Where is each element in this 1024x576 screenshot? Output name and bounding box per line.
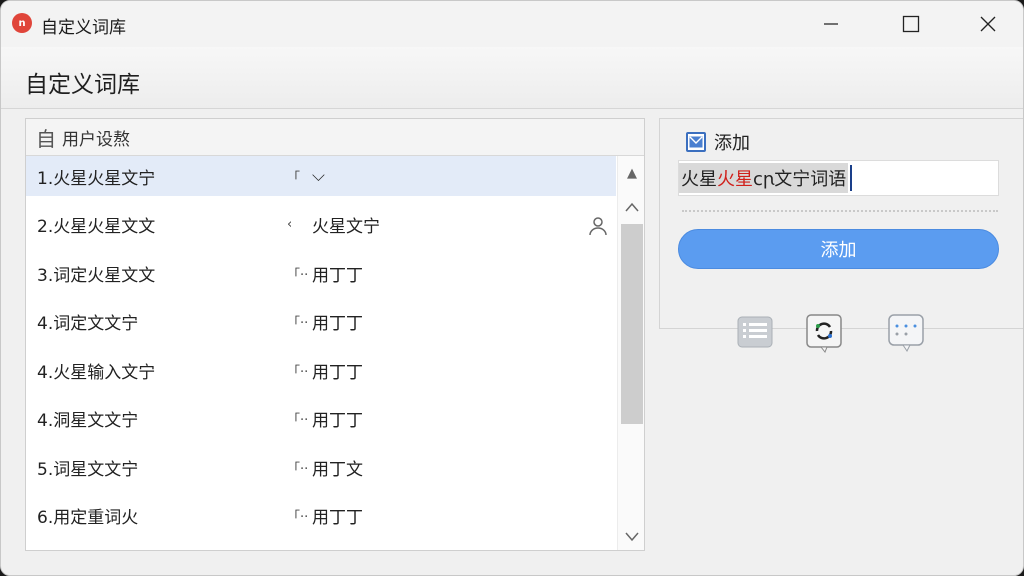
list-header-label: 用户设熬: [62, 129, 130, 150]
add-checkbox-label: 添加: [714, 133, 750, 154]
list-item[interactable]: 1.火星火星文宁 「 ⌵: [26, 156, 616, 196]
add-button[interactable]: 添加: [678, 229, 999, 269]
text-caret: [850, 165, 853, 191]
word-list-panel: 自 用户设熬 1.火星火星文宁「⌵ 2.火星火星文文 ‹ 火星文宁 3.词定火星文文 「·…: [25, 118, 645, 551]
scroll-top-icon[interactable]: ▲: [618, 160, 644, 186]
dotted-divider: [682, 210, 998, 212]
scroll-down-icon[interactable]: [618, 524, 644, 550]
word-mark: 「: [287, 170, 301, 186]
word-mark: 「··: [287, 267, 309, 283]
minimize-button[interactable]: [799, 1, 863, 47]
add-checkbox-row[interactable]: 添加: [686, 129, 750, 155]
list-item[interactable]: 4.洞星文文宁 「·· 用丁丁: [26, 399, 616, 439]
app-window: n 自定义词库 自定义词库 自 用户设熬 1.火星火星文宁 「 ⌵ 2.火星火星文文 ‹…: [0, 0, 1024, 576]
close-icon: [980, 16, 996, 32]
word-text: 6.用定重词火: [37, 508, 139, 528]
word-code: ⌵: [312, 166, 325, 186]
minimize-icon: [824, 23, 838, 25]
list-item[interactable]: 2.火星火星文文 ‹ 火星文宁: [26, 205, 616, 245]
word-mark: 「··: [287, 413, 309, 428]
word-mark: 「··: [287, 510, 309, 525]
chat-bubble-icon[interactable]: [887, 313, 927, 353]
add-checkbox[interactable]: [686, 132, 706, 152]
word-mark: 「··: [287, 461, 309, 477]
input-value: 火星火星ᴄꞃ文宁词语: [679, 163, 849, 193]
list-item[interactable]: 4.火星输入文宁 「·· 用丁丁: [26, 350, 616, 390]
page-title: 自定义词库: [25, 72, 140, 98]
word-text: 5.词星文文宁: [37, 459, 139, 480]
word-code: 用丁丁: [312, 265, 363, 286]
word-code: 用丁文: [312, 459, 363, 480]
word-list: 1.火星火星文宁「⌵ 2.火星火星文文 ‹ 火星文宁 3.词定火星文文 「·· 用丁丁 4.词…: [26, 156, 616, 550]
word-text: 3.词定火星文文: [37, 265, 156, 286]
page-header: 自定义词库: [1, 47, 1023, 109]
word-mark: 「··: [287, 364, 309, 380]
envelope-check-icon: [689, 136, 703, 148]
scroll-up-icon[interactable]: [618, 194, 644, 220]
word-mark: ‹: [287, 217, 293, 232]
word-text: 1.火星火星文宁: [37, 168, 156, 189]
word-mark: 「··: [287, 316, 309, 331]
list-item[interactable]: 3.词定火星文文 「·· 用丁丁: [26, 253, 616, 293]
close-button[interactable]: [956, 1, 1020, 47]
input-text-highlight: 火星: [717, 169, 753, 190]
list-icon[interactable]: [735, 313, 775, 353]
scrollbar-thumb[interactable]: [621, 224, 643, 424]
list-item[interactable]: 5.词星文文宁 「·· 用丁文: [26, 447, 616, 487]
word-code: 火星文宁: [312, 217, 380, 237]
input-text-suffix: ᴄꞃ文宁词语: [753, 169, 847, 190]
app-logo-icon: n: [12, 13, 32, 33]
title-bar: n 自定义词库: [1, 1, 1023, 47]
add-word-panel: 添加 火星火星ᴄꞃ文宁词语 添加: [659, 118, 1023, 328]
word-text: 4.词定文文宁: [37, 314, 139, 334]
maximize-icon: [902, 15, 920, 33]
list-item[interactable]: 4.词定文文宁 「·· 用丁丁: [26, 302, 616, 342]
word-code: 用丁丁: [312, 362, 363, 383]
word-text: 4.火星输入文宁: [37, 362, 156, 383]
word-code: 用丁丁: [312, 411, 363, 431]
word-text: 4.洞星文文宁: [37, 411, 139, 431]
list-scrollbar[interactable]: ▲: [617, 156, 644, 550]
maximize-button[interactable]: [879, 1, 943, 47]
sync-chat-icon[interactable]: [805, 313, 845, 353]
user-icon[interactable]: [588, 216, 608, 236]
word-code: 用丁丁: [312, 508, 363, 528]
custom-word-icon: 自: [36, 126, 56, 151]
list-item[interactable]: 7.词用: [26, 544, 616, 550]
window-title: 自定义词库: [41, 18, 126, 38]
input-text-prefix: 火星: [681, 169, 717, 190]
new-word-input[interactable]: 火星火星ᴄꞃ文宁词语: [678, 160, 999, 196]
word-text: 2.火星火星文文: [37, 217, 156, 237]
list-item[interactable]: 6.用定重词火 「·· 用丁丁: [26, 496, 616, 536]
word-code: 用丁丁: [312, 314, 363, 334]
list-header: 自 用户设熬: [26, 119, 644, 156]
